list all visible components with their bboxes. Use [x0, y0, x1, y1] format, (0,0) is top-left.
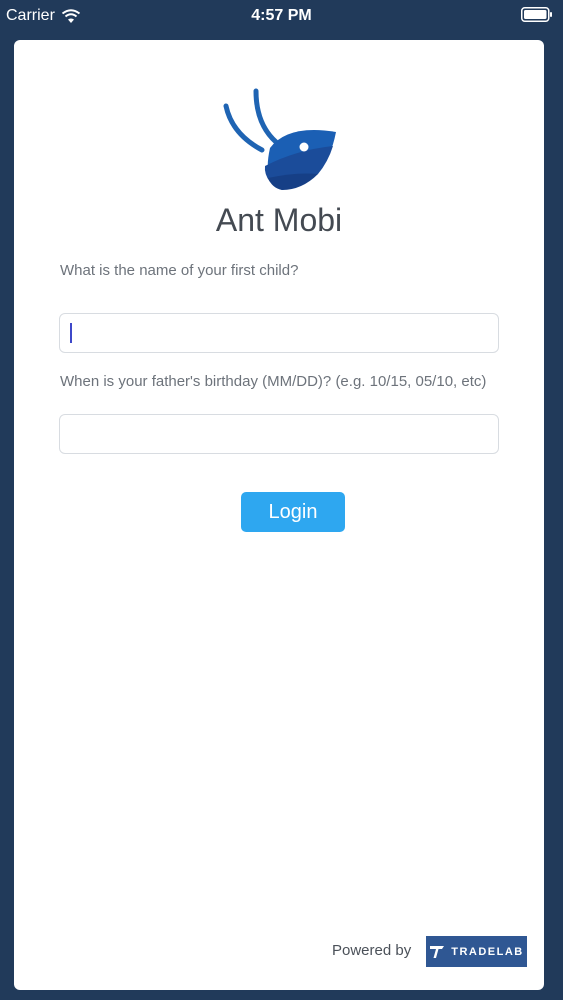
- status-time: 4:57 PM: [251, 7, 312, 24]
- login-card: Ant Mobi What is the name of your first …: [14, 40, 544, 990]
- battery-icon: [521, 7, 552, 22]
- security-answer-1-input[interactable]: [59, 313, 499, 353]
- ant-logo-icon: [223, 88, 336, 190]
- app-title: Ant Mobi: [215, 202, 343, 238]
- powered-by-label: Powered by: [332, 942, 412, 959]
- login-button[interactable]: Login: [241, 492, 345, 532]
- text-caret: [70, 323, 72, 343]
- tradelab-badge: TRADELAB: [426, 936, 527, 967]
- tradelab-logo-icon: [430, 945, 445, 958]
- tradelab-brand-text: TRADELAB: [451, 945, 524, 958]
- security-answer-2-input[interactable]: [59, 414, 499, 454]
- security-question-2-label: When is your father's birthday (MM/DD)? …: [60, 373, 487, 390]
- security-question-1-label: What is the name of your first child?: [60, 262, 299, 279]
- status-bar: Carrier 4:57 PM: [0, 0, 563, 32]
